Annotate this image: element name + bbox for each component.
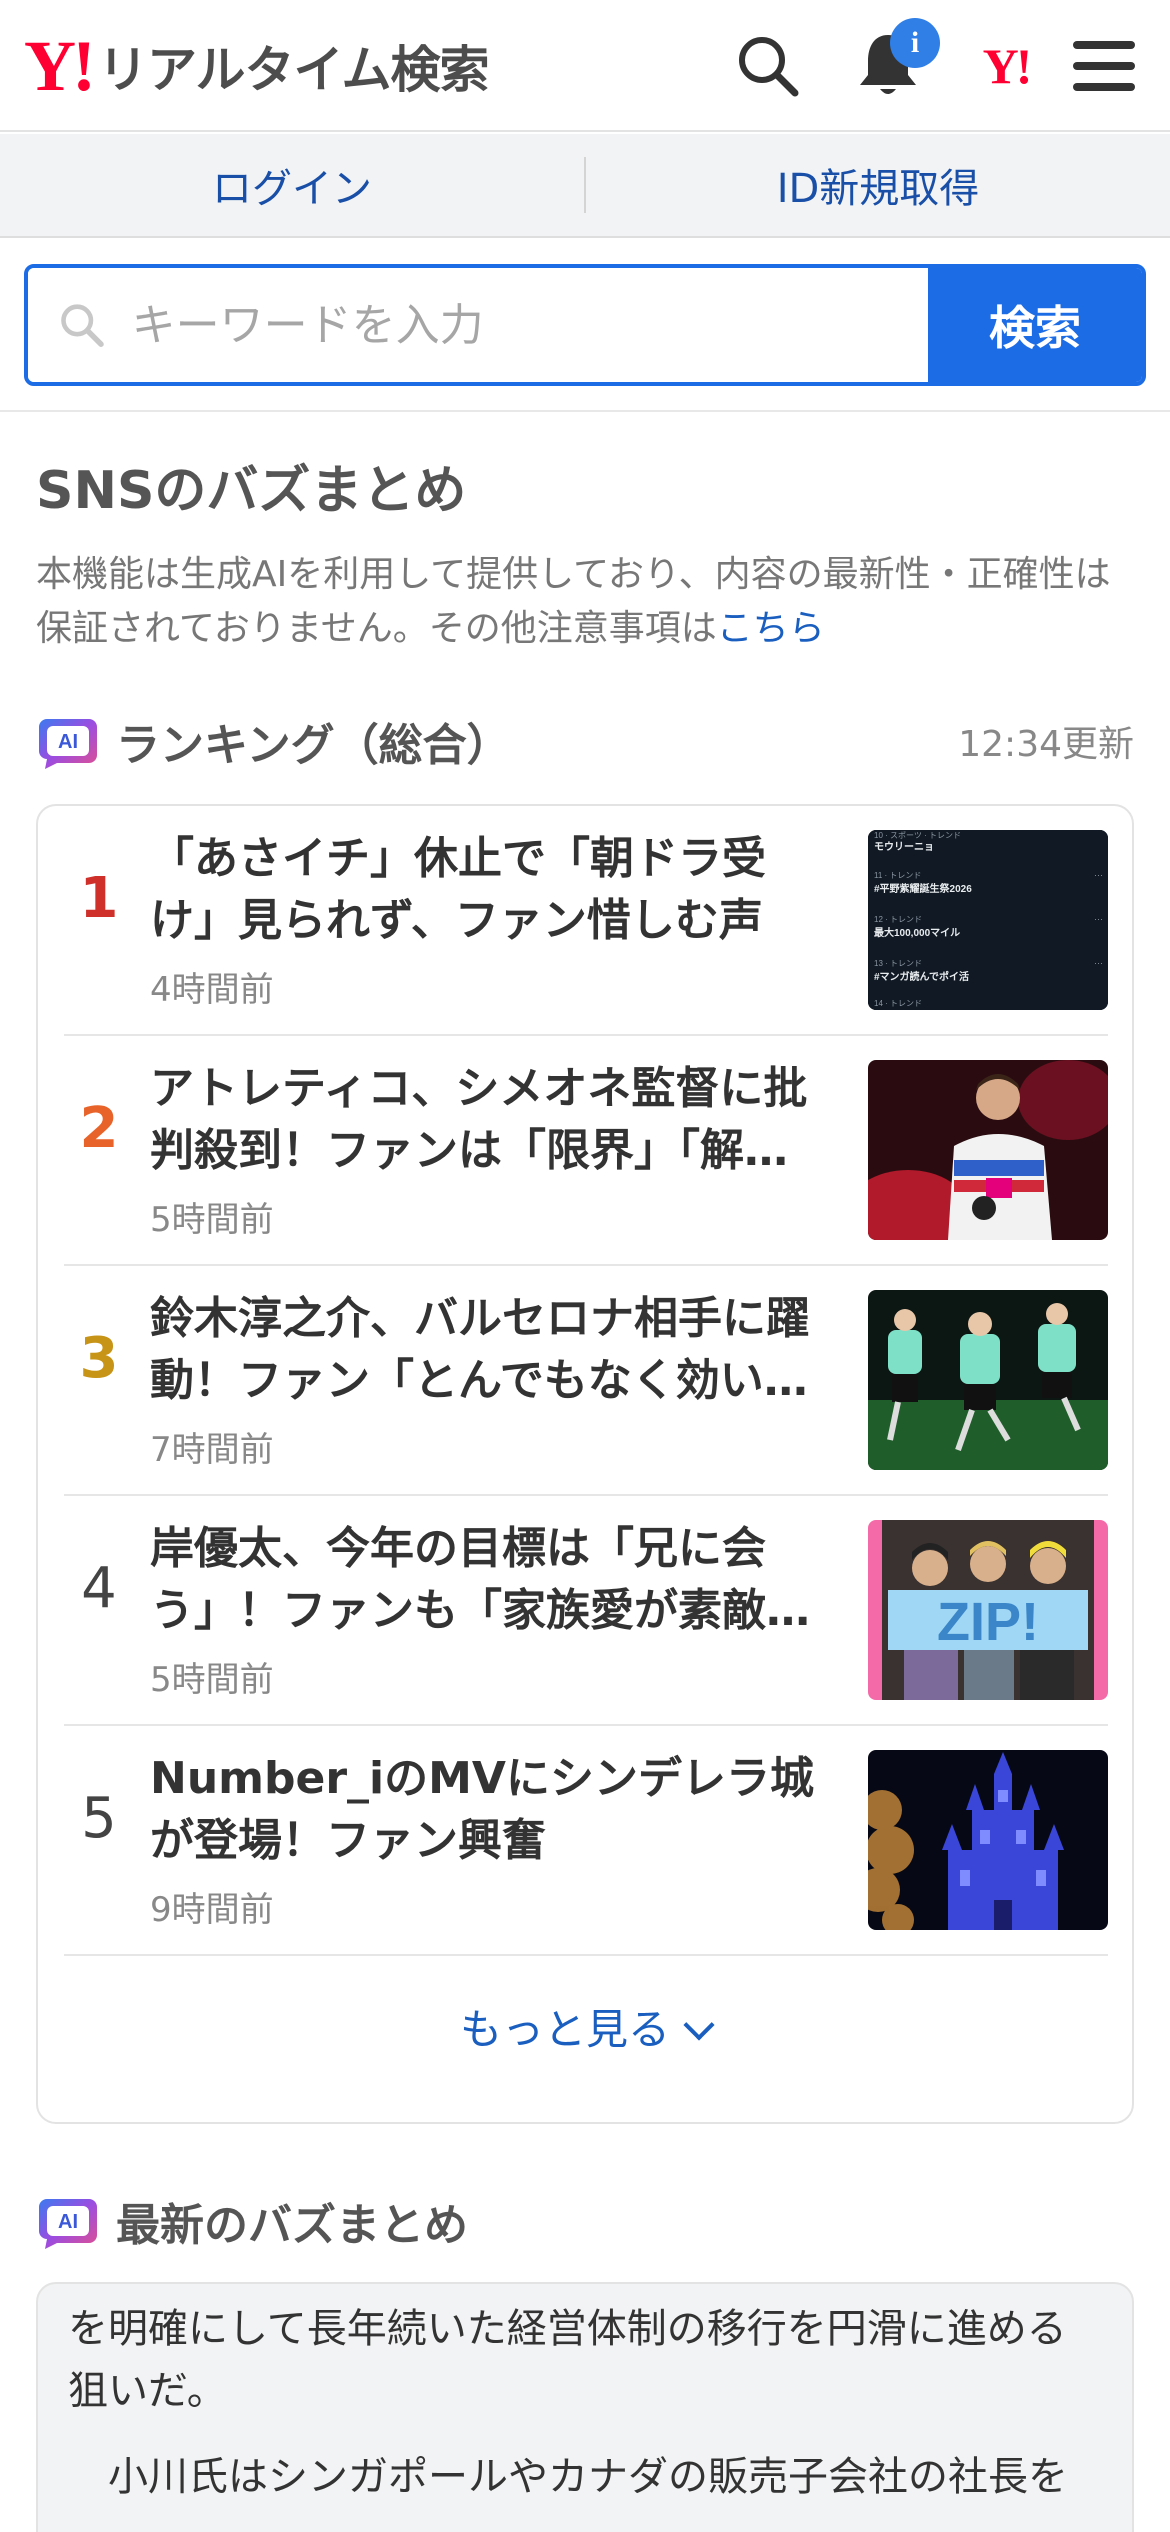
ranking-item-time: 5時間前 [150,1660,274,1700]
search-field [28,268,928,382]
notification-badge: i [890,18,940,68]
svg-text:11 · トレンド: 11 · トレンド [874,871,921,880]
latest-paragraph: を明確にして長年続いた経営体制の移行を円滑に進める狙いだ。 [68,2306,1067,2414]
ranking-card: 1 「あさイチ」休止で「朝ドラ受け」見られず、ファン惜しむ声 4時間前 10 ·… [36,804,1134,2124]
rank-number: 3 [79,1326,119,1391]
svg-text:AI: AI [58,2211,78,2233]
bell-icon[interactable]: i [846,18,940,108]
svg-text:13 · トレンド: 13 · トレンド [874,959,922,968]
svg-text:AI: AI [58,731,78,753]
ranking-item-title[interactable]: Number_iのMVにシンデレラ城が登場！ファン興奮 [150,1748,830,1872]
yahoo-logo-mark: Y! [24,26,96,106]
svg-text:···: ··· [1094,870,1103,880]
ai-notice: 本機能は生成AIを利用して提供しており、内容の最新性・正確性は保証されておりませ… [36,548,1136,656]
yahoo-japan-icon[interactable]: Y! [964,24,1048,108]
ranking-item[interactable]: 4 岸優太、今年の目標は「兄に会う」！ファンも「家族愛が素敵… 5時間前 ZIP… [64,1496,1108,1726]
search-icon[interactable] [726,24,810,108]
svg-text:最大100,000マイル: 最大100,000マイル [874,926,960,939]
ai-icon: AI [36,713,100,769]
section-divider [0,410,1170,412]
ranking-item-title[interactable]: 鈴木淳之介、バルセロナ相手に躍動！ファン「とんでもなく効い… [150,1288,830,1412]
login-link[interactable]: ログイン [0,156,584,214]
ranking-item[interactable]: 3 鈴木淳之介、バルセロナ相手に躍動！ファン「とんでもなく効い… 7時間前 [64,1266,1108,1496]
search-field-icon [61,304,104,347]
svg-text:10 · スポーツ · トレンド: 10 · スポーツ · トレンド [874,831,961,840]
ranking-thumbnail[interactable]: ZIP! [868,1520,1108,1700]
ranking-item-time: 7時間前 [150,1430,274,1470]
rank-number: 1 [79,866,119,931]
register-link[interactable]: ID新規取得 [586,156,1170,214]
ranking-header: AI ランキング（総合） 12:34更新 [36,708,1134,774]
ranking-item[interactable]: 1 「あさイチ」休止で「朝ドラ受け」見られず、ファン惜しむ声 4時間前 10 ·… [64,806,1108,1036]
login-bar: ログイン ID新規取得 [0,134,1170,238]
ranking-item-time: 5時間前 [150,1200,274,1240]
ranking-item[interactable]: 2 アトレティコ、シメオネ監督に批判殺到！ファンは「限界」「解… 5時間前 [64,1036,1108,1266]
ai-notice-text: 本機能は生成AIを利用して提供しており、内容の最新性・正確性は保証されておりませ… [36,554,1111,649]
ranking-item-title[interactable]: 「あさイチ」休止で「朝ドラ受け」見られず、ファン惜しむ声 [150,828,830,952]
hamburger-menu-icon[interactable] [1062,24,1146,108]
page-title: SNSのバズまとめ [36,461,467,521]
latest-header: AI 最新のバズまとめ [36,2188,468,2254]
rank-number: 2 [79,1096,119,1161]
rank-number: 4 [81,1556,117,1621]
ranking-item-title[interactable]: アトレティコ、シメオネ監督に批判殺到！ファンは「限界」「解… [150,1058,830,1182]
ranking-thumbnail[interactable] [868,1060,1108,1240]
ranking-item[interactable]: 5 Number_iのMVにシンデレラ城が登場！ファン興奮 9時間前 [64,1726,1108,1956]
svg-text:···: ··· [1094,958,1103,968]
search-form: 検索 [24,264,1146,386]
svg-text:12 · トレンド: 12 · トレンド [874,915,922,924]
yahoo-japan-logo: Y! [982,38,1033,94]
ranking-title: ランキング（総合） [116,720,511,771]
search-input[interactable] [131,299,928,351]
latest-paragraph: 小川氏はシンガポールやカナダの販売子会社の社長を [108,2454,1068,2500]
svg-text:14 · トレンド: 14 · トレンド [874,999,922,1008]
svg-text:···: ··· [1094,914,1103,924]
svg-text:モウリーニョ: モウリーニョ [874,841,934,853]
ai-icon: AI [36,2193,100,2249]
svg-text:#平野紫耀誕生祭2026: #平野紫耀誕生祭2026 [874,882,972,895]
updated-time: 12:34更新 [958,724,1134,765]
ranking-item-time: 9時間前 [150,1890,274,1930]
chevron-down-icon [683,2009,715,2041]
latest-title: 最新のバズまとめ [116,2200,468,2251]
latest-buzz-card[interactable]: を明確にして長年続いた経営体制の移行を円滑に進める狙いだ。 小川氏はシンガポール… [36,2282,1134,2532]
app-header: Y! リアルタイム検索 i Y! [0,0,1170,132]
yahoo-realtime-logo[interactable]: Y! リアルタイム検索 [24,26,489,106]
svg-text:ZIP!: ZIP! [937,1592,1039,1652]
show-more-button[interactable]: もっと見る [38,1996,1132,2057]
ranking-thumbnail[interactable] [868,1750,1108,1930]
rank-number: 5 [81,1786,117,1851]
notice-link[interactable]: こちら [717,608,825,649]
ranking-thumbnail[interactable]: 10 · スポーツ · トレンド モウリーニョ 11 · トレンド #平野紫耀誕… [868,830,1108,1010]
ranking-item-time: 4時間前 [150,970,274,1010]
ranking-item-title[interactable]: 岸優太、今年の目標は「兄に会う」！ファンも「家族愛が素敵… [150,1518,830,1642]
show-more-label: もっと見る [459,2005,670,2054]
svg-text:#マンガ読んでポイ活: #マンガ読んでポイ活 [874,970,969,983]
search-button[interactable]: 検索 [928,268,1142,382]
logo-text: リアルタイム検索 [97,41,489,99]
ranking-thumbnail[interactable] [868,1290,1108,1470]
